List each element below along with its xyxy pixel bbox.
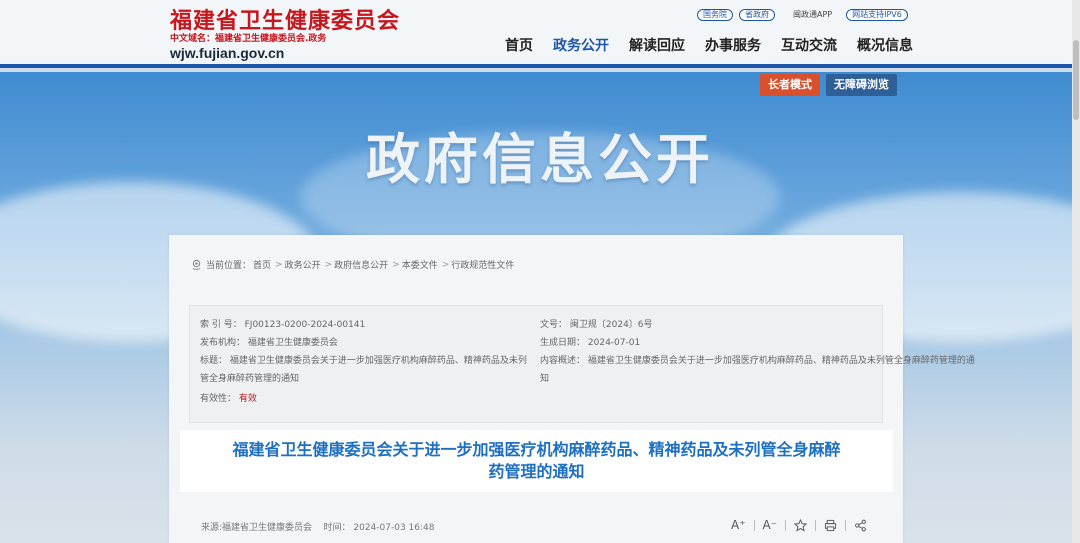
breadcrumb-separator: > <box>392 259 400 270</box>
meta-summary: 内容概述： 福建省卫生健康委员会关于进一步加强医疗机构麻醉药品、精神药品及未列管… <box>540 352 975 370</box>
meta-publisher: 发布机构： 福建省卫生健康委员会 <box>200 334 338 352</box>
link-provincial-gov[interactable]: 省政府 <box>739 9 775 21</box>
tool-divider <box>845 519 847 531</box>
meta-title-label: 标题： <box>200 356 228 366</box>
share-icon <box>855 519 866 531</box>
print-icon <box>825 519 837 531</box>
page-scrollbar[interactable] <box>1072 0 1080 543</box>
article-source: 来源:福建省卫生健康委员会 时间： 2024-07-03 16:48 <box>201 520 434 533</box>
source-text: 来源:福建省卫生健康委员会 <box>201 523 313 533</box>
location-icon <box>192 259 201 270</box>
meta-validity: 有效性： 有效 <box>200 390 257 408</box>
link-app[interactable]: 闽政通APP <box>793 9 832 21</box>
tool-divider <box>753 519 755 531</box>
breadcrumb-committee-docs[interactable]: 本委文件 <box>402 258 438 271</box>
meta-title: 标题： 福建省卫生健康委员会关于进一步加强医疗机构麻醉药品、精神药品及未列 <box>200 352 527 370</box>
tool-divider <box>785 519 787 531</box>
document-meta: 索 引 号： FJ00123-0200-2024-00141 文号： 闽卫规〔2… <box>189 305 975 423</box>
meta-date-label: 生成日期： <box>540 338 586 348</box>
top-links: 国务院 省政府 闽政通APP 网站支持IPV6 <box>697 9 908 21</box>
link-state-council[interactable]: 国务院 <box>697 9 733 21</box>
nav-services[interactable]: 办事服务 <box>705 36 761 56</box>
breadcrumb-separator: > <box>441 259 450 270</box>
nav-interpretation[interactable]: 解读回应 <box>629 36 685 56</box>
meta-summary-value-cont: 知 <box>540 374 550 384</box>
site-header: 福建省卫生健康委员会 中文域名：福建省卫生健康委员会.政务 wjw.fujian… <box>0 0 1080 68</box>
breadcrumb-prefix: 当前位置： <box>206 261 252 271</box>
meta-date-value: 2024-07-01 <box>587 338 641 348</box>
article-title: 福建省卫生健康委员会关于进一步加强医疗机构麻醉药品、精神药品及未列管全身麻醉 药… <box>180 430 893 492</box>
meta-publisher-label: 发布机构： <box>200 338 246 348</box>
share-button[interactable] <box>854 519 867 532</box>
article-title-line2: 药管理的通知 <box>488 462 585 481</box>
cn-domain: 中文域名：福建省卫生健康委员会.政务 <box>170 34 327 44</box>
favorite-button[interactable] <box>794 518 808 532</box>
meta-summary-cont: 知 <box>540 370 549 388</box>
site-logo[interactable]: 福建省卫生健康委员会 中文域名：福建省卫生健康委员会.政务 wjw.fujian… <box>170 8 400 61</box>
scrollbar-thumb[interactable] <box>1073 40 1079 120</box>
meta-doc-no-label: 文号： <box>540 320 568 330</box>
elder-mode-button[interactable]: 长者模式 <box>760 74 820 96</box>
meta-title-value: 福建省卫生健康委员会关于进一步加强医疗机构麻醉药品、精神药品及未列 <box>229 356 527 366</box>
breadcrumb-info-public[interactable]: 政府信息公开 <box>334 258 388 271</box>
meta-validity-value: 有效 <box>238 394 257 404</box>
accessibility-button[interactable]: 无障碍浏览 <box>826 74 897 96</box>
breadcrumb: 当前位置： 首页 > 政务公开 > 政府信息公开 > 本委文件 > 行政规范性文件 <box>191 258 516 271</box>
nav-gov-affairs[interactable]: 政务公开 <box>553 36 609 56</box>
ipv6-badge: 网站支持IPV6 <box>846 9 908 21</box>
meta-summary-value: 福建省卫生健康委员会关于进一步加强医疗机构麻醉药品、精神药品及未列管全身麻醉药管… <box>587 356 975 366</box>
nav-overview[interactable]: 概况信息 <box>857 36 913 56</box>
meta-validity-label: 有效性： <box>200 394 237 404</box>
article-tools: A⁺ A⁻ <box>731 518 867 532</box>
site-name: 福建省卫生健康委员会 <box>170 8 401 34</box>
nav-home[interactable]: 首页 <box>505 36 533 56</box>
mode-buttons: 长者模式 无障碍浏览 <box>760 74 897 96</box>
meta-title-value-cont: 管全身麻醉药管理的通知 <box>200 374 300 384</box>
meta-doc-no-value: 闽卫规〔2024〕6号 <box>569 320 653 330</box>
meta-date: 生成日期： 2024-07-01 <box>540 334 640 352</box>
banner-title: 政府信息公开 <box>366 128 714 191</box>
meta-summary-label: 内容概述： <box>540 356 586 366</box>
breadcrumb-separator: > <box>275 259 283 270</box>
font-decrease-button[interactable]: A⁻ <box>763 518 778 532</box>
publish-time: 时间： 2024-07-03 16:48 <box>323 523 435 533</box>
breadcrumb-normative-docs[interactable]: 行政规范性文件 <box>451 258 514 271</box>
domain: wjw.fujian.gov.cn <box>170 45 285 61</box>
breadcrumb-home[interactable]: 首页 <box>253 258 271 271</box>
meta-doc-no: 文号： 闽卫规〔2024〕6号 <box>540 316 653 334</box>
font-increase-button[interactable]: A⁺ <box>731 518 746 532</box>
content-card: 当前位置： 首页 > 政务公开 > 政府信息公开 > 本委文件 > 行政规范性文件 索 … <box>169 235 975 543</box>
tool-divider <box>815 519 817 531</box>
nav-interaction[interactable]: 互动交流 <box>781 36 837 56</box>
meta-index: 索 引 号： FJ00123-0200-2024-00141 <box>200 316 365 334</box>
breadcrumb-separator: > <box>324 259 333 270</box>
meta-index-label: 索 引 号： <box>200 320 242 330</box>
article-title-line1: 福建省卫生健康委员会关于进一步加强医疗机构麻醉药品、精神药品及未列管全身麻醉 <box>232 440 841 459</box>
main-nav: 首页 政务公开 解读回应 办事服务 互动交流 概况信息 <box>505 36 933 56</box>
meta-publisher-value: 福建省卫生健康委员会 <box>247 338 338 348</box>
meta-title-cont: 管全身麻醉药管理的通知 <box>200 370 299 388</box>
star-icon <box>794 518 808 532</box>
print-button[interactable] <box>824 519 837 532</box>
breadcrumb-gov-affairs[interactable]: 政务公开 <box>285 258 321 271</box>
meta-index-value: FJ00123-0200-2024-00141 <box>244 320 366 330</box>
